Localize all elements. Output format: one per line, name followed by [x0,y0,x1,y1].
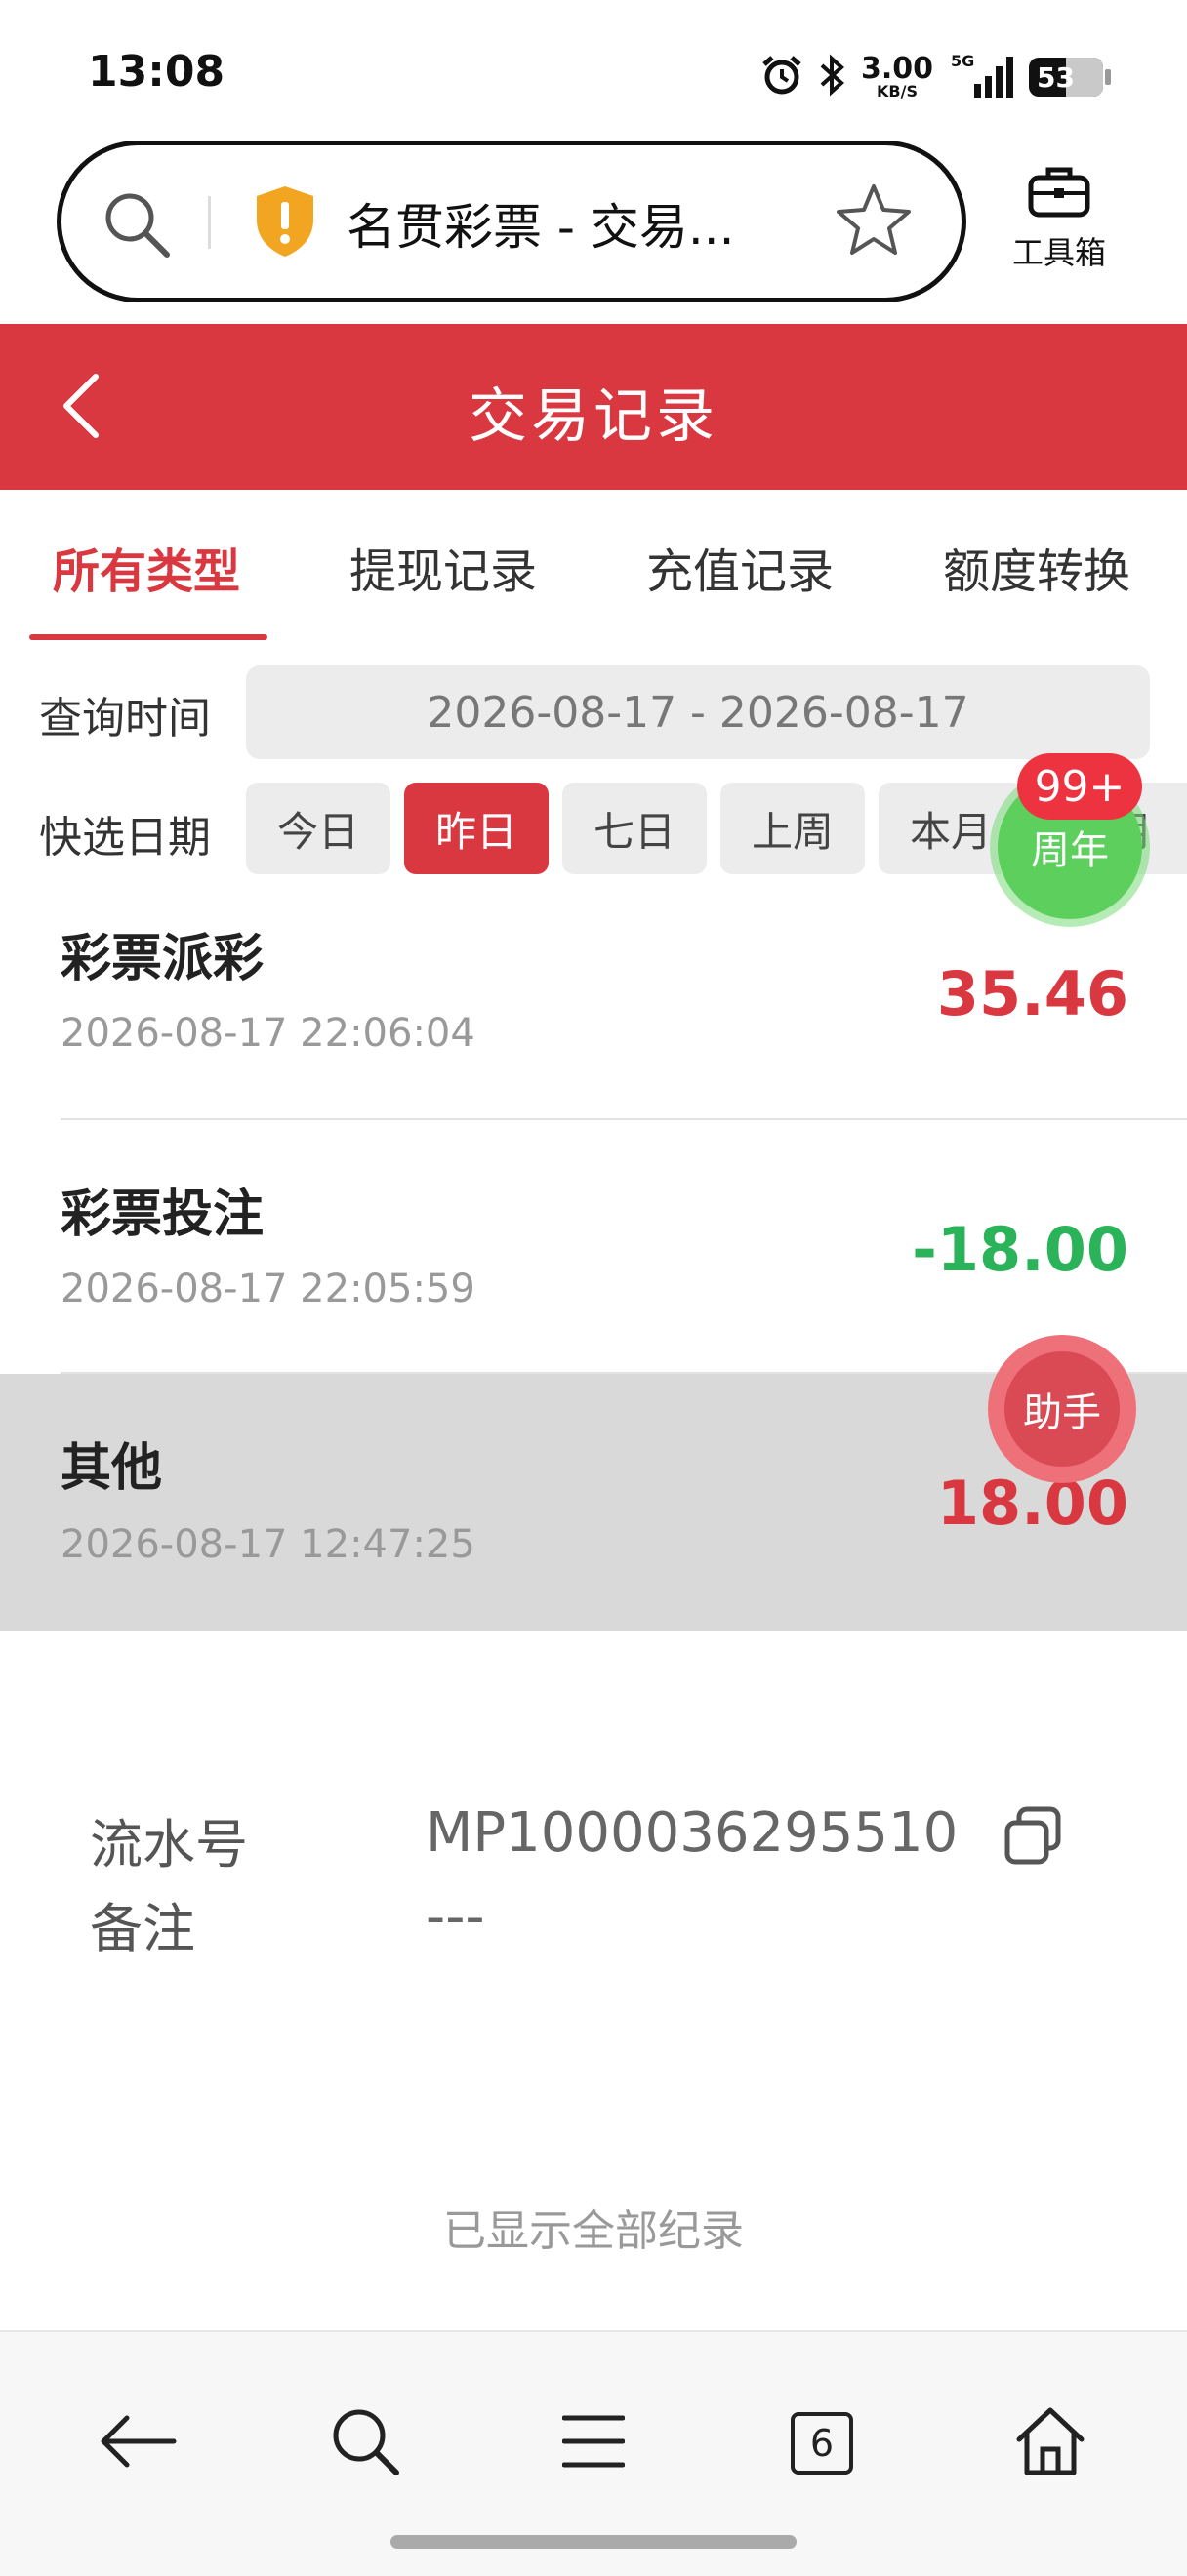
transaction-time: 2026-08-17 22:06:04 [61,1011,475,1056]
toolbox-label: 工具箱 [1011,234,1106,271]
signal-icon: 5G [947,51,1015,103]
transaction-amount: 35.46 [936,958,1128,1029]
transaction-time: 2026-08-17 22:05:59 [61,1267,475,1311]
quick-date-last-week[interactable]: 上周 [720,783,865,874]
bluetooth-icon [818,53,847,101]
serial-number-label: 流水号 [90,1814,248,1875]
page-title: 交易记录 [469,382,718,451]
quick-date-today[interactable]: 今日 [246,783,390,874]
copy-icon[interactable] [1002,1805,1064,1872]
tab-active-indicator [29,634,267,640]
page-header: 交易记录 [0,324,1187,490]
type-tabs: 所有类型 提现记录 充值记录 额度转换 [0,490,1187,644]
nav-search-button[interactable] [316,2395,414,2492]
nav-back-button[interactable] [88,2395,185,2492]
toolbox-icon [1027,167,1091,222]
note-value: --- [426,1885,485,1949]
address-separator [208,196,211,249]
alarm-icon [759,53,804,101]
row-divider [61,1118,1187,1120]
transaction-amount: 18.00 [936,1468,1128,1539]
status-time: 13:08 [88,47,225,97]
nav-menu-button[interactable] [545,2395,642,2492]
tab-withdraw[interactable]: 提现记录 [349,533,537,601]
transaction-row[interactable]: 彩票派彩 2026-08-17 22:06:04 35.46 [0,896,1187,1151]
quick-date-label: 快选日期 [39,813,211,863]
net-speed: 3.00 KB/S [860,52,933,101]
date-range-field[interactable]: 2026-08-17 - 2026-08-17 [246,665,1150,759]
transaction-title: 其他 [61,1439,163,1498]
network-type-label: 5G [951,52,974,70]
nav-tabs-button[interactable]: 6 [773,2395,871,2492]
nav-tabs-icon: 6 [791,2412,853,2475]
helper-button[interactable]: 助手 [988,1335,1136,1483]
status-icons: 3.00 KB/S 5G 53 [759,47,1111,107]
serial-number-value: MP1000036295510 [426,1801,959,1865]
tab-transfer[interactable]: 额度转换 [943,533,1130,601]
helper-label: 助手 [1004,1351,1120,1467]
transaction-title: 彩票投注 [61,1186,265,1244]
nav-home-button[interactable] [1002,2395,1099,2492]
query-time-label: 查询时间 [39,694,211,744]
tab-deposit[interactable]: 充值记录 [646,533,834,601]
nav-home-icon [1013,2404,1087,2482]
note-label: 备注 [90,1898,195,1959]
transaction-title: 彩票派彩 [61,930,265,988]
all-records-shown-text: 已显示全部纪录 [443,2206,744,2256]
quick-date-yesterday[interactable]: 昨日 [404,783,549,874]
star-icon[interactable] [835,181,913,262]
nav-back-icon [96,2410,178,2476]
battery-icon: 53 [1029,58,1111,97]
toolbox-button[interactable]: 工具箱 [996,164,1123,281]
quick-date-seven-days[interactable]: 七日 [562,783,707,874]
back-arrow-icon[interactable] [53,367,111,449]
transaction-amount: -18.00 [912,1214,1128,1285]
address-title[interactable]: 名贯彩票 - 交易... [347,188,757,259]
anniversary-badge: 99+ [1017,753,1142,820]
nav-menu-icon [561,2410,626,2476]
tab-all-types[interactable]: 所有类型 [53,533,240,601]
search-icon[interactable] [101,188,173,264]
nav-search-icon [328,2404,402,2482]
transaction-time: 2026-08-17 12:47:25 [61,1522,475,1567]
shield-warning-icon[interactable] [253,184,317,262]
address-bar[interactable]: 名贯彩票 - 交易... [57,141,966,302]
home-indicator[interactable] [390,2535,797,2549]
status-bar: 13:08 3.00 KB/S 5G 53 [0,0,1187,137]
